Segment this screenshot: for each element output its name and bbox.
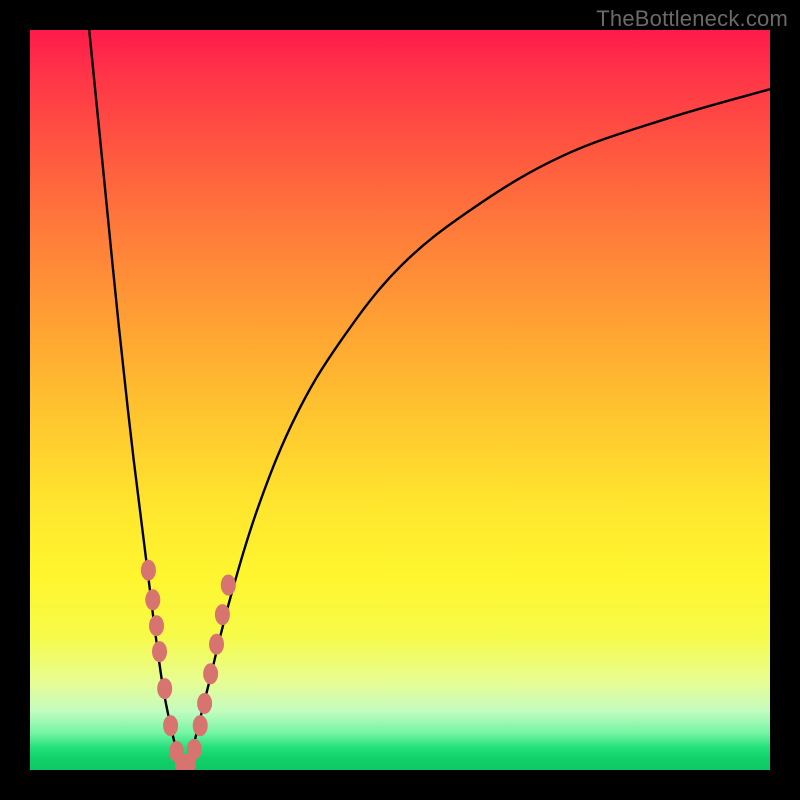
highlight-dot [221, 575, 235, 595]
watermark-text: TheBottleneck.com [596, 6, 788, 32]
highlight-dot [164, 716, 178, 736]
highlight-dot [158, 679, 172, 699]
highlight-dot [146, 590, 160, 610]
curve-left-branch [89, 30, 185, 770]
highlight-dot [198, 693, 212, 713]
highlight-dot [210, 634, 224, 654]
highlight-dots-group [141, 560, 235, 770]
highlight-dot [150, 616, 164, 636]
curve-layer [30, 30, 770, 770]
highlight-dot [215, 605, 229, 625]
plot-area [30, 30, 770, 770]
highlight-dot [193, 716, 207, 736]
highlight-dot [141, 560, 155, 580]
highlight-dot [204, 664, 218, 684]
highlight-dot [187, 739, 201, 759]
curve-right-branch [185, 89, 770, 770]
highlight-dot [153, 642, 167, 662]
chart-frame: TheBottleneck.com [0, 0, 800, 800]
